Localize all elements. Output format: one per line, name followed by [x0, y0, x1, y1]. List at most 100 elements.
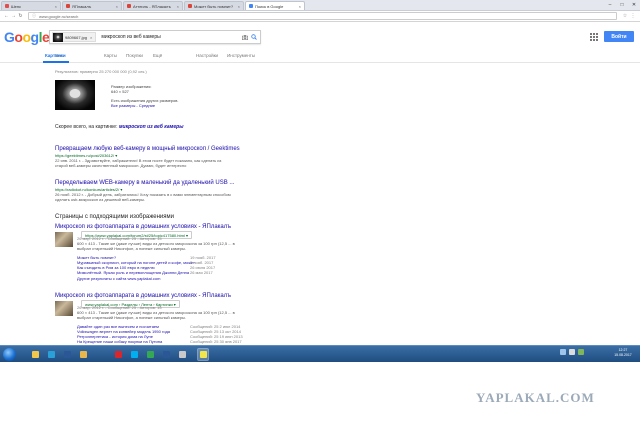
tab-close-icon[interactable]: × [55, 4, 57, 9]
sitelink[interactable]: На Крещение наши собаку покупки на Путин… [77, 339, 162, 344]
sitelink[interactable]: Мимолётный. Яркая роль и перевоплощения … [77, 270, 189, 275]
similar-result-thumbnail[interactable] [55, 232, 73, 247]
tab-favicon-icon [188, 4, 192, 8]
opera-icon-glyph [114, 351, 122, 358]
sticky-icon-glyph [199, 351, 207, 358]
forward-icon[interactable]: → [10, 13, 17, 19]
browser-tab-label: Может быть помнит? [194, 3, 234, 9]
image-size-value: 640 × 527 [111, 89, 129, 94]
url-field[interactable]: ⓘ www.google.ru/search [28, 12, 617, 20]
search-box[interactable]: 9809667.jpg × микроскоп из веб камеры [49, 30, 261, 44]
browser-tab[interactable]: Аттеиль - ЯПлакалъ × [123, 1, 183, 10]
google-logo[interactable]: Google [4, 29, 50, 45]
opera-icon[interactable] [113, 349, 123, 360]
result-stats: Результатов: примерно 25 270 000 000 (0,… [55, 69, 147, 74]
result-snippet: сделать usb-микроскоп из дешевой веб-кам… [55, 197, 146, 202]
camera-icon[interactable] [240, 34, 249, 40]
tab-close-icon[interactable]: × [299, 4, 301, 9]
taskbar-clock[interactable]: 12:27 15.08.2017 [610, 348, 636, 358]
tab-settings[interactable]: Настройки [196, 53, 218, 58]
address-bar: ← → ↻ ⓘ www.google.ru/search ☆ ⋮ [0, 11, 640, 22]
sitelink-date: 26 мая 2017 [190, 270, 213, 275]
more-results-link[interactable]: Другие результаты с сайта www.yaplakal.c… [77, 276, 160, 281]
sitelink-date: Сообщений: 25 30 янв 2017 [190, 339, 242, 344]
similar-result-snippet: выбрал стареньки́й Никонфон, а понеже си… [77, 246, 187, 251]
reload-icon[interactable]: ↻ [17, 13, 24, 19]
logo-letter: g [30, 29, 40, 45]
apps-grid-icon[interactable] [590, 33, 598, 41]
network-icon[interactable] [560, 349, 566, 355]
similar-result-title[interactable]: Микроскоп из фотоаппарата в домашних усл… [55, 224, 231, 230]
search-icon[interactable] [249, 34, 258, 40]
system-tray [560, 349, 584, 355]
result-title[interactable]: Превращаем любую веб-камеру в мощный мик… [55, 146, 240, 152]
tab-tools[interactable]: Инструменты [227, 53, 255, 58]
similar-pages-header: Страницы с подходящими изображениями [55, 214, 175, 220]
folder-icon[interactable] [78, 349, 88, 360]
tab-more[interactable]: Ещё [153, 53, 162, 58]
browser-tab[interactable]: ЯПлакалъ × [62, 1, 122, 10]
tab-maps[interactable]: Карты [104, 53, 117, 58]
chrome-icon[interactable] [145, 349, 155, 360]
app-icon[interactable] [177, 349, 187, 360]
close-icon[interactable]: ✕ [628, 0, 640, 10]
similar-result-snippet: выбрал стареньки́й Никонфон, а понеже си… [77, 315, 187, 320]
tab-favicon-icon [5, 4, 9, 8]
chip-thumbnail [53, 32, 63, 42]
minimize-icon[interactable]: – [604, 0, 616, 10]
app-icon-glyph [178, 351, 186, 358]
best-guess-link[interactable]: микроскоп из веб камеры [119, 124, 184, 130]
word-icon-glyph [63, 351, 71, 358]
tab-shopping[interactable]: Покупки [126, 53, 143, 58]
maximize-icon[interactable]: □ [616, 0, 628, 10]
skype-icon[interactable] [129, 349, 139, 360]
media-player-icon-glyph [47, 351, 55, 358]
bookmark-star-icon[interactable]: ☆ [621, 13, 629, 19]
similar-result-thumbnail[interactable] [55, 301, 73, 316]
back-icon[interactable]: ← [3, 13, 10, 19]
folder-icon-glyph [79, 351, 87, 358]
other-sizes-link[interactable]: Все размеры - Средние [111, 103, 155, 108]
chrome-icon-glyph [146, 351, 154, 358]
similar-result-title[interactable]: Микроскоп из фотоаппарата в домашних усл… [55, 293, 231, 299]
tab-favicon-icon [249, 4, 253, 8]
page-info-icon[interactable]: ⓘ [32, 13, 36, 19]
chip-close-icon[interactable]: × [90, 35, 92, 40]
best-guess: Скорее всего, на картинке: микроскоп из … [55, 124, 183, 130]
explorer-icon-glyph [31, 351, 39, 358]
best-guess-prefix: Скорее всего, на картинке: [55, 124, 118, 130]
result-title[interactable]: Переделываем WEB-камеру в маленький да у… [55, 180, 234, 186]
media-player-icon[interactable] [46, 349, 56, 360]
tab-close-icon[interactable]: × [238, 4, 240, 9]
tab-close-icon[interactable]: × [116, 4, 118, 9]
browser-tab[interactable]: Шепс × [1, 1, 61, 10]
search-image-chip[interactable]: 9809667.jpg × [52, 32, 97, 42]
query-image-preview[interactable] [55, 80, 95, 110]
search-query[interactable]: микроскоп из веб камеры [101, 34, 240, 40]
battery-icon[interactable] [578, 349, 584, 355]
browser-tab-label: Шепс [11, 3, 22, 9]
browser-tab[interactable]: Поиск в Google × [245, 1, 305, 10]
browser-tab-label: Аттеиль - ЯПлакалъ [133, 3, 171, 9]
volume-icon[interactable] [569, 349, 575, 355]
menu-icon[interactable]: ⋮ [629, 13, 637, 19]
word2-icon-glyph [162, 351, 170, 358]
skype-icon-glyph [130, 351, 138, 358]
clock-date: 15.08.2017 [614, 353, 632, 357]
window-controls: – □ ✕ [604, 0, 640, 10]
word2-icon[interactable] [161, 349, 171, 360]
watermark: YAPLAKAL.COM [476, 390, 595, 405]
start-button[interactable] [3, 348, 16, 361]
chip-filename: 9809667.jpg [65, 34, 88, 40]
tab-images[interactable]: Картинки [45, 53, 66, 58]
tab-close-icon[interactable]: × [177, 4, 179, 9]
explorer-icon[interactable] [30, 349, 40, 360]
word-icon[interactable] [62, 349, 72, 360]
sticky-icon[interactable] [197, 348, 209, 361]
logo-letter: o [22, 29, 31, 45]
browser-tab-label: ЯПлакалъ [72, 3, 92, 9]
tab-favicon-icon [66, 4, 70, 8]
browser-tab[interactable]: Может быть помнит? × [184, 1, 244, 10]
signin-button[interactable]: Войти [604, 31, 634, 42]
search-tabs: Все Картинки Карты Покупки Ещё Настройки… [0, 50, 640, 63]
